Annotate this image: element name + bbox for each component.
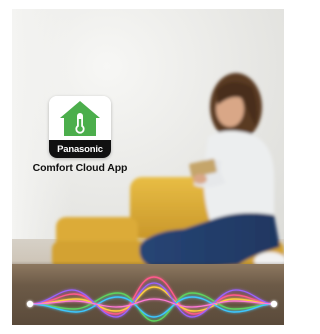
app-caption: Comfort Cloud App — [32, 162, 128, 174]
wave-endpoint-right — [270, 300, 278, 308]
comfort-cloud-app-icon[interactable]: Panasonic — [49, 96, 111, 158]
house-thermometer-icon — [60, 101, 100, 136]
wave-endpoint-left — [26, 300, 34, 308]
app-icon-background — [49, 96, 111, 140]
brand-bar: Panasonic — [49, 140, 111, 158]
photo-frame: Panasonic Comfort Cloud App — [12, 9, 284, 325]
brand-logo-text: Panasonic — [57, 143, 103, 155]
thermometer-bulb-fill — [77, 126, 83, 132]
